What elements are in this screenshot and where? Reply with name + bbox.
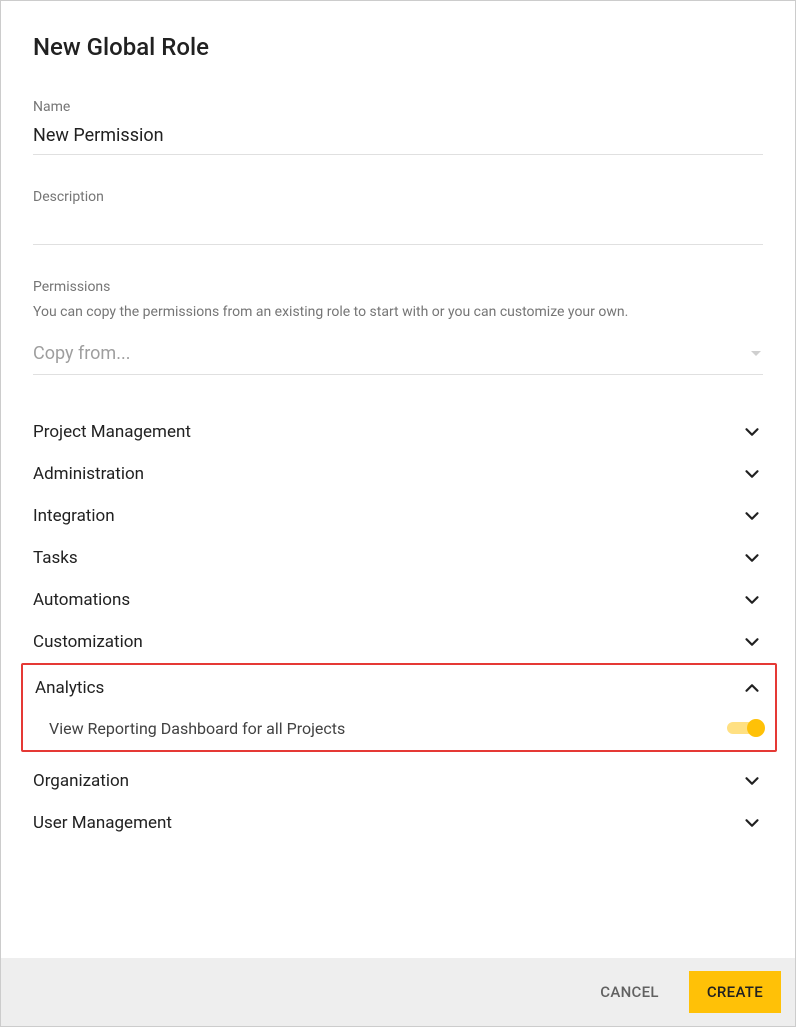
perm-group-tasks[interactable]: Tasks	[33, 537, 763, 579]
perm-group-automations[interactable]: Automations	[33, 579, 763, 621]
perm-group-organization[interactable]: Organization	[33, 760, 763, 802]
perm-group-label: User Management	[33, 813, 172, 833]
perm-group-label: Customization	[33, 632, 143, 652]
perm-group-label: Automations	[33, 590, 130, 610]
perm-group-label: Analytics	[35, 678, 104, 698]
perm-group-user-management[interactable]: User Management	[33, 802, 763, 844]
dropdown-caret-icon	[751, 351, 761, 356]
perm-item-label: View Reporting Dashboard for all Project…	[49, 719, 345, 738]
perm-item-view-reporting-dashboard: View Reporting Dashboard for all Project…	[35, 709, 763, 742]
perm-item-toggle[interactable]	[727, 719, 763, 737]
highlighted-group-analytics: Analytics View Reporting Dashboard for a…	[21, 663, 777, 752]
chevron-down-icon	[741, 631, 763, 653]
chevron-down-icon	[741, 421, 763, 443]
copy-from-placeholder: Copy from...	[33, 343, 130, 364]
chevron-up-icon	[741, 677, 763, 699]
chevron-down-icon	[741, 589, 763, 611]
perm-group-label: Tasks	[33, 548, 78, 568]
perm-group-administration[interactable]: Administration	[33, 453, 763, 495]
copy-from-select[interactable]: Copy from...	[33, 339, 763, 375]
chevron-down-icon	[741, 812, 763, 834]
permissions-section-label: Permissions	[33, 279, 763, 295]
perm-group-customization[interactable]: Customization	[33, 621, 763, 663]
description-input[interactable]	[33, 211, 763, 245]
chevron-down-icon	[741, 770, 763, 792]
perm-group-project-management[interactable]: Project Management	[33, 411, 763, 453]
permissions-list: Project Management Administration Integr…	[33, 411, 763, 844]
perm-group-integration[interactable]: Integration	[33, 495, 763, 537]
perm-group-label: Integration	[33, 506, 115, 526]
page-title: New Global Role	[33, 33, 763, 61]
permissions-hint: You can copy the permissions from an exi…	[33, 303, 763, 323]
perm-group-label: Administration	[33, 464, 144, 484]
cancel-button[interactable]: CANCEL	[582, 971, 677, 1013]
dialog-footer: CANCEL CREATE	[1, 958, 795, 1026]
name-input[interactable]	[33, 121, 763, 155]
chevron-down-icon	[741, 505, 763, 527]
perm-group-analytics[interactable]: Analytics	[35, 667, 763, 709]
create-button[interactable]: CREATE	[689, 971, 781, 1013]
perm-group-label: Project Management	[33, 422, 191, 442]
toggle-thumb	[747, 719, 765, 737]
perm-group-label: Organization	[33, 771, 129, 791]
chevron-down-icon	[741, 463, 763, 485]
name-label: Name	[33, 99, 763, 115]
description-label: Description	[33, 189, 763, 205]
chevron-down-icon	[741, 547, 763, 569]
